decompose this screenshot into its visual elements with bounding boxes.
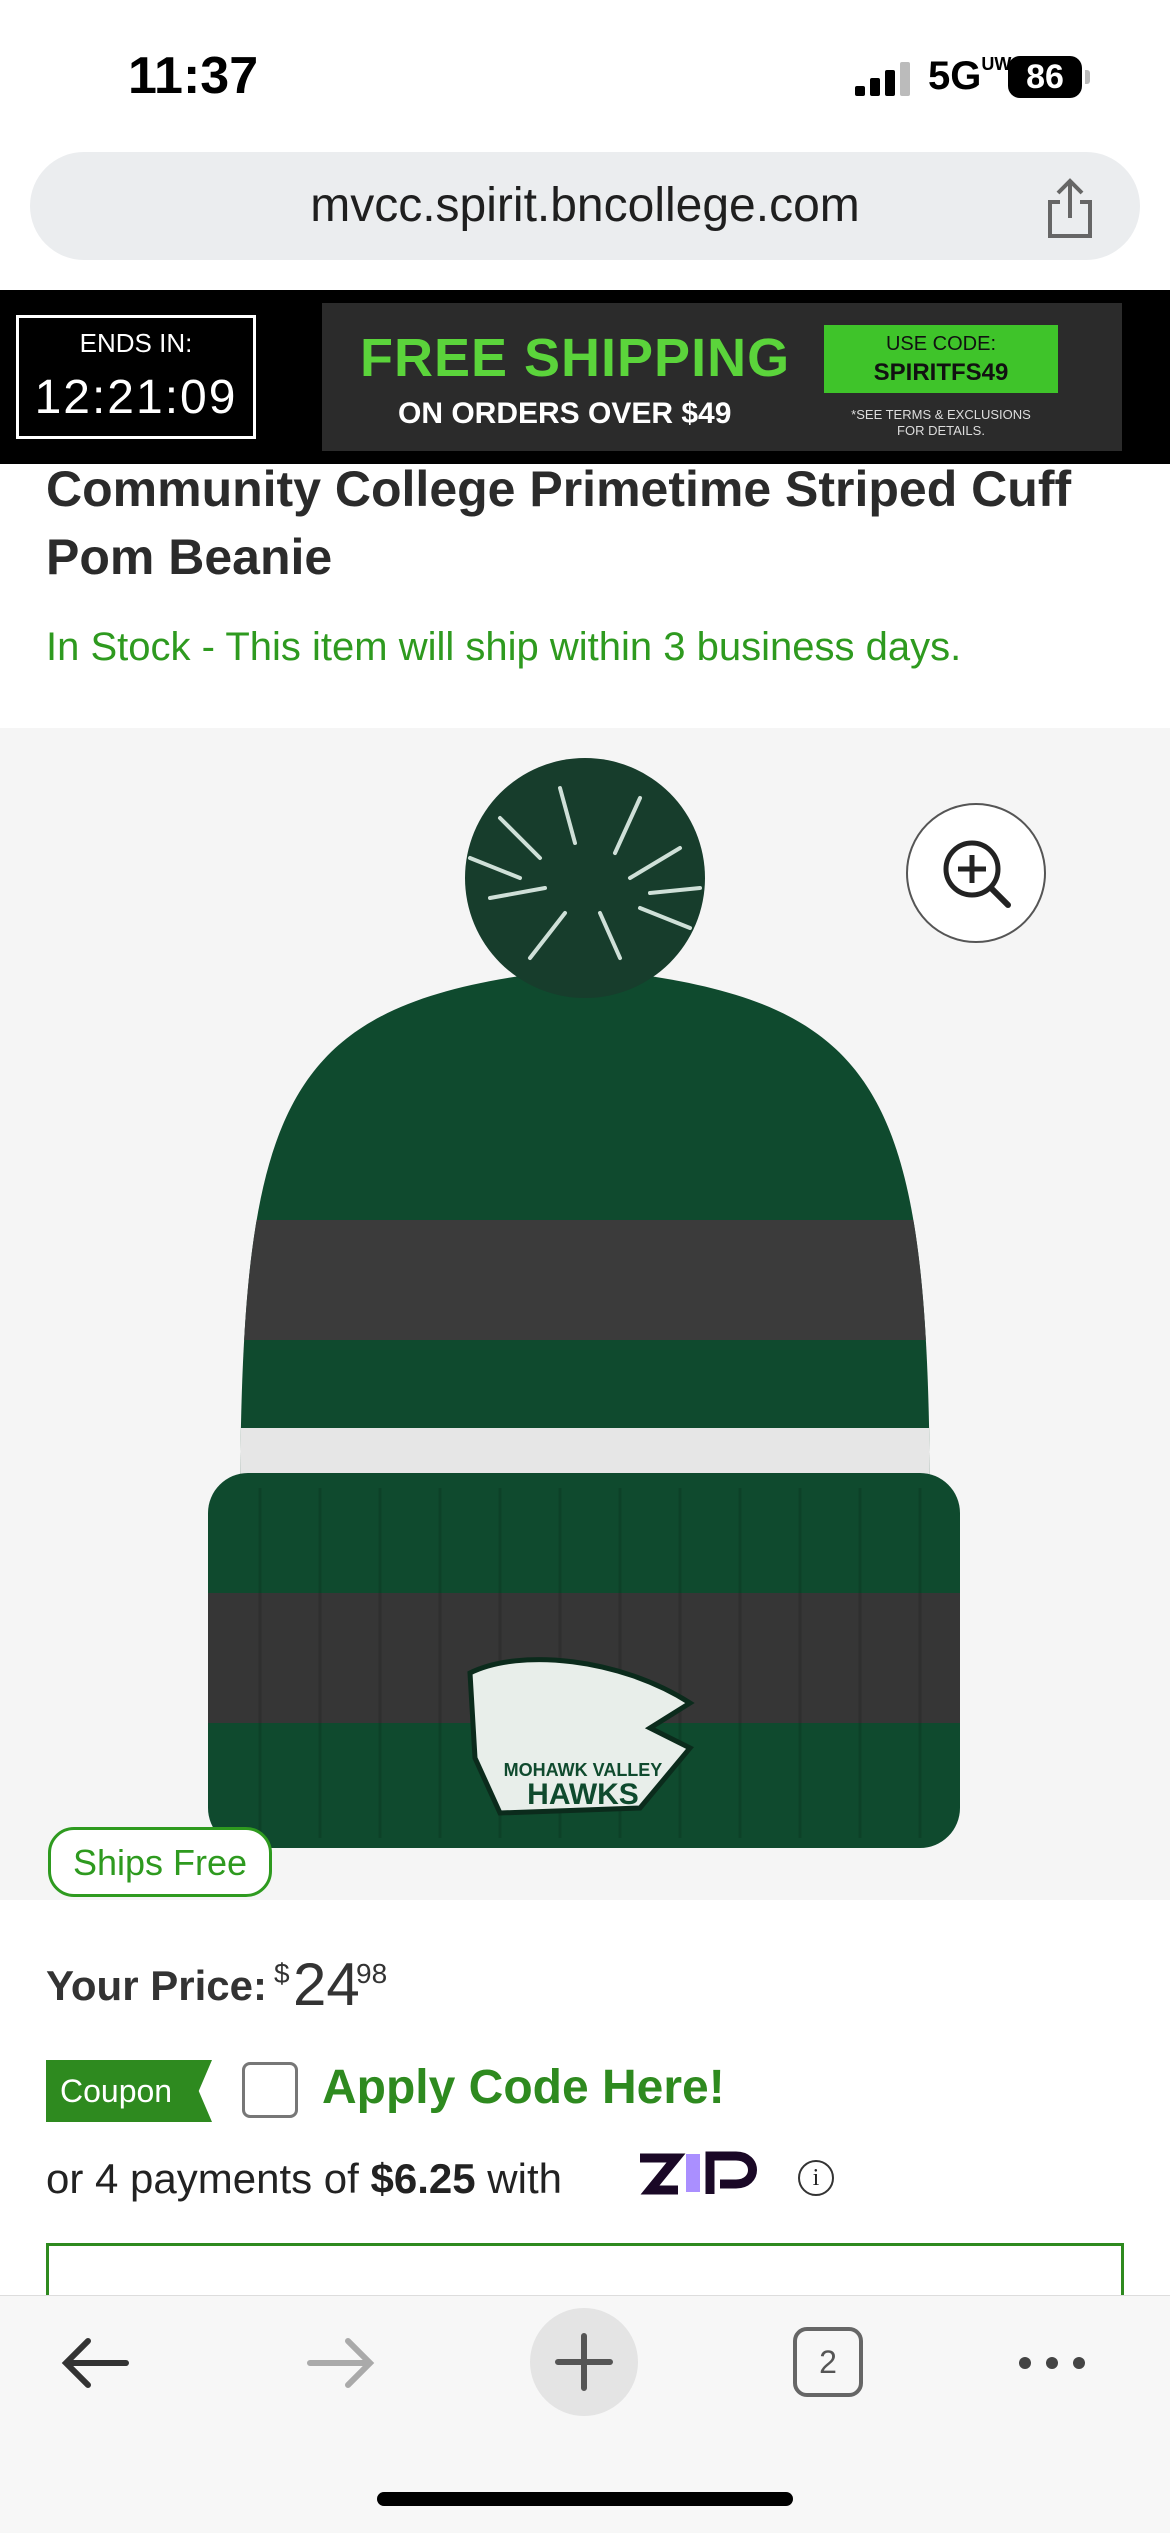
network-type: 5GUW [928, 54, 1012, 98]
battery-level: 86 [1008, 56, 1082, 98]
ships-free-badge: Ships Free [48, 1827, 273, 1897]
countdown-timer: ENDS IN: 12:21:09 [16, 315, 256, 439]
battery-tip [1085, 70, 1090, 84]
info-icon[interactable]: i [798, 2160, 834, 2196]
forward-arrow-icon[interactable] [304, 2326, 378, 2400]
code-label: USE CODE: [885, 333, 997, 355]
home-indicator [377, 2492, 793, 2506]
url-text[interactable]: mvcc.spirit.bncollege.com [0, 178, 1170, 233]
price-currency: $ [274, 1958, 290, 1989]
free-shipping-promo[interactable]: FREE SHIPPING ON ORDERS OVER $49 USE COD… [322, 303, 1122, 451]
share-icon[interactable] [1040, 178, 1100, 240]
more-icon[interactable] [1015, 2326, 1089, 2400]
product-title: Community College Primetime Striped Cuff… [46, 461, 1072, 585]
promo-code-box: USE CODE: SPIRITFS49 [824, 325, 1058, 393]
price-dollars: 24 [293, 1951, 360, 2018]
timer-value: 12:21:09 [34, 371, 238, 424]
zip-logo[interactable] [636, 2144, 776, 2200]
coupon-checkbox[interactable] [242, 2062, 298, 2118]
installment-text: or 4 payments of $6.25 with [46, 2155, 562, 2202]
coupon-badge: Coupon [46, 2060, 212, 2122]
zoom-in-icon [943, 840, 1011, 908]
promo-terms: *SEE TERMS & EXCLUSIONS FOR DETAILS. [851, 407, 1031, 438]
apply-coupon-link[interactable]: Apply Code Here! [322, 2060, 725, 2115]
cellular-signal-icon [855, 62, 910, 96]
back-arrow-icon[interactable] [58, 2326, 132, 2400]
zoom-button[interactable] [906, 803, 1046, 943]
new-tab-button[interactable] [530, 2308, 638, 2416]
plus-icon [555, 2333, 613, 2391]
svg-text:HAWKS: HAWKS [527, 1778, 639, 1811]
mohawk-valley-hawks-logo: MOHAWK VALLEY HAWKS [467, 1657, 695, 1816]
promo-headline: FREE SHIPPING [360, 328, 791, 388]
promo-code: SPIRITFS49 [873, 359, 1009, 386]
timer-label: ENDS IN: [79, 328, 193, 358]
price-cents: 98 [356, 1958, 388, 1989]
promo-subline: ON ORDERS OVER $49 [398, 397, 732, 430]
price-label: Your Price: [46, 1962, 267, 2009]
tabs-button[interactable]: 2 [793, 2327, 863, 2397]
svg-text:MOHAWK VALLEY: MOHAWK VALLEY [504, 1760, 663, 1780]
stock-status: In Stock - This item will ship within 3 … [46, 625, 962, 669]
status-time: 11:37 [128, 47, 259, 105]
